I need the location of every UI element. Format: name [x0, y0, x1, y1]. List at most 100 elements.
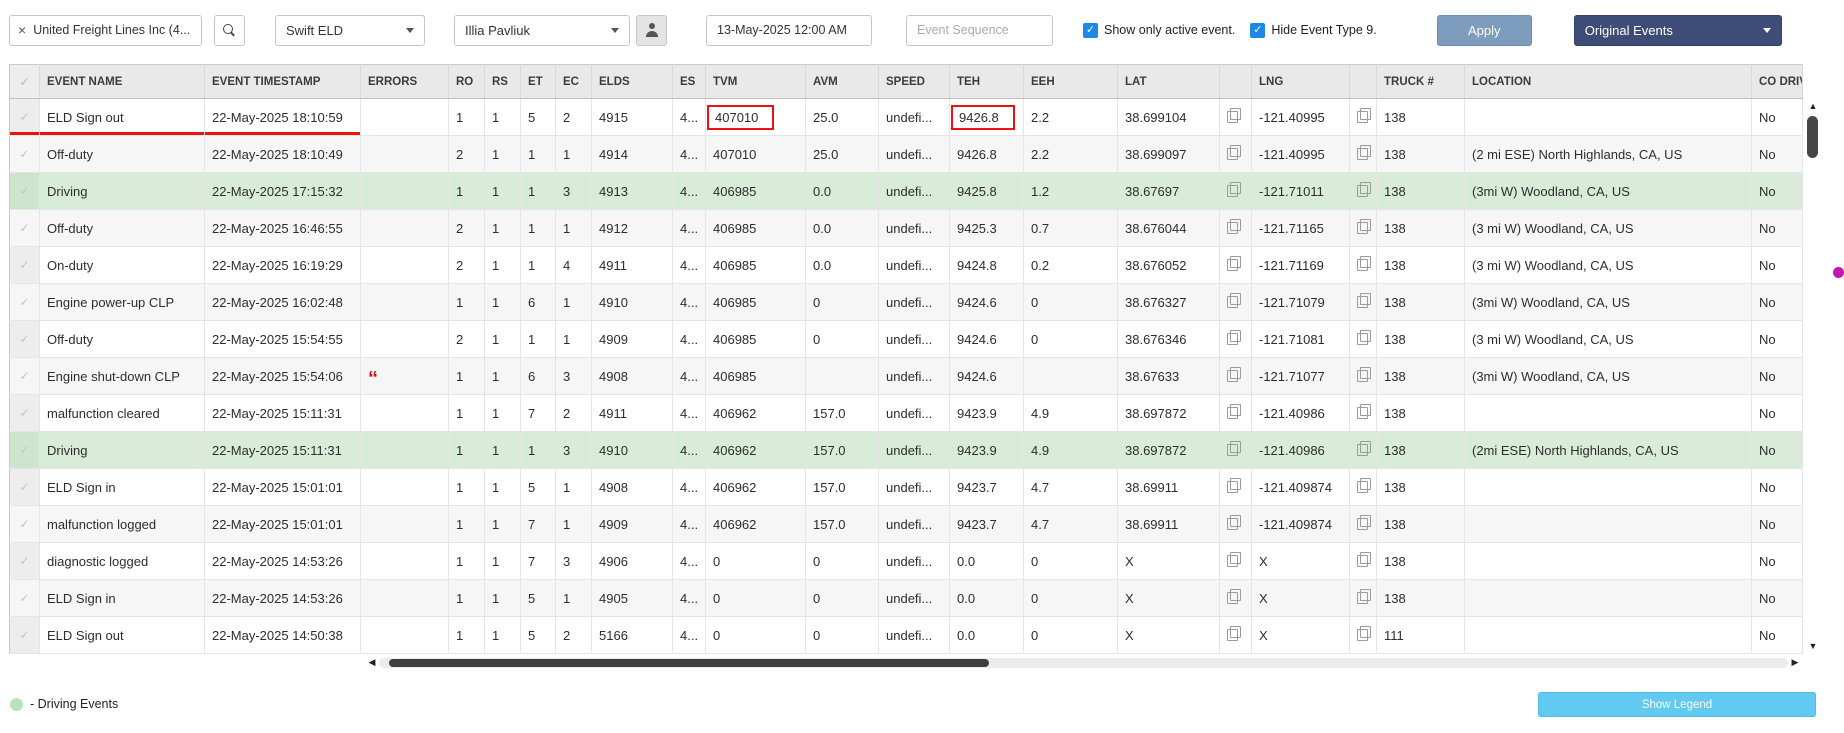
column-header-timestamp[interactable]: EVENT TIMESTAMP: [204, 64, 361, 99]
copy-icon[interactable]: [1357, 108, 1371, 123]
copy-icon[interactable]: [1227, 478, 1241, 493]
row-checkbox[interactable]: ✓: [9, 320, 40, 358]
row-checkbox[interactable]: ✓: [9, 431, 40, 469]
column-header-ec[interactable]: EC: [555, 64, 592, 99]
table-row[interactable]: ✓ malfunction logged 22-May-2025 15:01:01 1…: [9, 505, 1803, 543]
row-checkbox[interactable]: ✓: [9, 394, 40, 432]
table-row[interactable]: ✓ ELD Sign out 22-May-2025 18:10:59 1 1 5 2 491…: [9, 98, 1803, 136]
row-checkbox[interactable]: ✓: [9, 357, 40, 395]
horizontal-scrollbar[interactable]: ◀ ▶: [365, 654, 1802, 671]
checkbox-checked-icon[interactable]: ✓: [1250, 22, 1266, 38]
table-row[interactable]: ✓ Driving 22-May-2025 17:15:32 1 1 1 3 4913 4...…: [9, 172, 1803, 210]
horizontal-scroll-thumb[interactable]: [389, 658, 989, 667]
copy-icon[interactable]: [1357, 552, 1371, 567]
events-mode-select[interactable]: Original Events: [1573, 14, 1782, 46]
horizontal-scroll-track[interactable]: [379, 657, 1788, 668]
copy-icon[interactable]: [1227, 367, 1241, 382]
column-header-avm[interactable]: AVM: [805, 64, 879, 99]
copy-icon[interactable]: [1227, 219, 1241, 234]
copy-icon[interactable]: [1357, 293, 1371, 308]
copy-icon[interactable]: [1357, 367, 1371, 382]
table-row[interactable]: ✓ Off-duty 22-May-2025 15:54:55 2 1 1 1 4909 4..…: [9, 320, 1803, 358]
row-checkbox[interactable]: ✓: [9, 98, 40, 136]
table-row[interactable]: ✓ ELD Sign in 22-May-2025 14:53:26 1 1 5 1 4905…: [9, 579, 1803, 617]
column-header-eeh[interactable]: EEH: [1023, 64, 1118, 99]
copy-icon[interactable]: [1357, 515, 1371, 530]
scroll-down-icon[interactable]: ▼: [1804, 639, 1822, 653]
copy-icon[interactable]: [1357, 478, 1371, 493]
copy-icon[interactable]: [1227, 108, 1241, 123]
copy-icon[interactable]: [1357, 145, 1371, 160]
copy-icon[interactable]: [1357, 589, 1371, 604]
copy-icon[interactable]: [1357, 330, 1371, 345]
column-header-rs[interactable]: RS: [484, 64, 521, 99]
hide-event-type-checkbox[interactable]: ✓ Hide Event Type 9.: [1250, 22, 1377, 38]
column-header-et[interactable]: ET: [520, 64, 556, 99]
copy-icon[interactable]: [1227, 626, 1241, 641]
copy-icon[interactable]: [1227, 589, 1241, 604]
column-header-errors[interactable]: ERRORS: [360, 64, 449, 99]
table-row[interactable]: ✓ Engine shut-down CLP 22-May-2025 15:54:0…: [9, 357, 1803, 395]
table-row[interactable]: ✓ Off-duty 22-May-2025 16:46:55 2 1 1 1 4912 4..…: [9, 209, 1803, 247]
driver-profile-button[interactable]: [636, 14, 667, 46]
copy-icon[interactable]: [1227, 404, 1241, 419]
copy-icon[interactable]: [1227, 145, 1241, 160]
table-row[interactable]: ✓ Off-duty 22-May-2025 18:10:49 2 1 1 1 4914 4..…: [9, 135, 1803, 173]
table-row[interactable]: ✓ diagnostic logged 22-May-2025 14:53:26 1 1…: [9, 542, 1803, 580]
row-checkbox[interactable]: ✓: [9, 209, 40, 247]
row-checkbox[interactable]: ✓: [9, 468, 40, 506]
column-header-tvm[interactable]: TVM: [705, 64, 806, 99]
table-row[interactable]: ✓ malfunction cleared 22-May-2025 15:11:31…: [9, 394, 1803, 432]
show-only-active-checkbox[interactable]: ✓ Show only active event.: [1083, 22, 1235, 38]
table-row[interactable]: ✓ On-duty 22-May-2025 16:19:29 2 1 1 4 4911 4...…: [9, 246, 1803, 284]
row-checkbox[interactable]: ✓: [9, 616, 40, 654]
eld-provider-select[interactable]: Swift ELD: [275, 14, 425, 46]
row-checkbox[interactable]: ✓: [9, 505, 40, 543]
copy-icon[interactable]: [1227, 330, 1241, 345]
copy-icon[interactable]: [1357, 404, 1371, 419]
column-header-location[interactable]: LOCATION: [1464, 64, 1752, 99]
copy-icon[interactable]: [1227, 441, 1241, 456]
row-checkbox[interactable]: ✓: [9, 579, 40, 617]
column-header-event_name[interactable]: EVENT NAME: [39, 64, 205, 99]
copy-icon[interactable]: [1357, 182, 1371, 197]
copy-icon[interactable]: [1227, 256, 1241, 271]
scroll-left-icon[interactable]: ◀: [365, 657, 379, 668]
column-header-ro[interactable]: RO: [448, 64, 485, 99]
vertical-scroll-thumb[interactable]: [1807, 116, 1818, 158]
column-header-speed[interactable]: SPEED: [878, 64, 950, 99]
row-checkbox[interactable]: ✓: [9, 283, 40, 321]
column-header-co_driver[interactable]: CO DRIVER: [1751, 64, 1803, 99]
show-legend-button[interactable]: Show Legend: [1538, 692, 1816, 717]
scroll-up-icon[interactable]: ▲: [1804, 99, 1822, 113]
copy-icon[interactable]: [1357, 441, 1371, 456]
event-sequence-input[interactable]: [906, 14, 1053, 46]
row-checkbox[interactable]: ✓: [9, 172, 40, 210]
copy-icon[interactable]: [1357, 219, 1371, 234]
row-checkbox[interactable]: ✓: [9, 135, 40, 173]
copy-icon[interactable]: [1357, 256, 1371, 271]
remove-filter-icon[interactable]: ×: [18, 23, 26, 37]
apply-button[interactable]: Apply: [1436, 14, 1532, 46]
table-row[interactable]: ✓ ELD Sign out 22-May-2025 14:50:38 1 1 5 2 516…: [9, 616, 1803, 654]
copy-icon[interactable]: [1227, 552, 1241, 567]
column-header-teh[interactable]: TEH: [949, 64, 1024, 99]
driver-select[interactable]: Illia Pavliuk: [454, 14, 630, 46]
column-header-lng[interactable]: LNG: [1251, 64, 1350, 99]
column-header-elds[interactable]: ELDS: [591, 64, 673, 99]
copy-icon[interactable]: [1227, 182, 1241, 197]
column-header-truck[interactable]: TRUCK #: [1376, 64, 1465, 99]
search-button[interactable]: [214, 14, 245, 46]
vertical-scrollbar[interactable]: ▲ ▼: [1804, 99, 1822, 653]
date-input[interactable]: [706, 14, 872, 46]
copy-icon[interactable]: [1357, 626, 1371, 641]
checkbox-checked-icon[interactable]: ✓: [1083, 22, 1098, 38]
column-header-lat[interactable]: LAT: [1117, 64, 1220, 99]
scroll-right-icon[interactable]: ▶: [1788, 657, 1802, 668]
copy-icon[interactable]: [1227, 293, 1241, 308]
copy-icon[interactable]: [1227, 515, 1241, 530]
row-checkbox[interactable]: ✓: [9, 246, 40, 284]
table-row[interactable]: ✓ ELD Sign in 22-May-2025 15:01:01 1 1 5 1 4908…: [9, 468, 1803, 506]
table-row[interactable]: ✓ Driving 22-May-2025 15:11:31 1 1 1 3 4910 4...…: [9, 431, 1803, 469]
select-all-checkbox[interactable]: ✓: [9, 64, 40, 99]
